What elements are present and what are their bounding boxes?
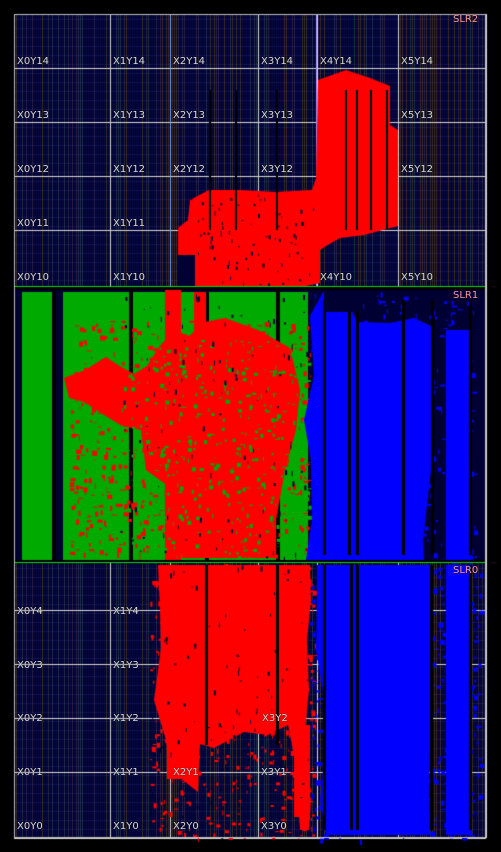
clock-region-hit-layer — [0, 0, 501, 852]
device-floorplan-view: SLR2 SLR1 SLR0 X0Y14 X1Y14 X2Y14 X3Y14 X… — [0, 0, 501, 852]
slr0-region[interactable] — [14, 562, 486, 838]
slr1-region[interactable] — [14, 290, 486, 562]
slr2-region[interactable] — [14, 14, 486, 290]
